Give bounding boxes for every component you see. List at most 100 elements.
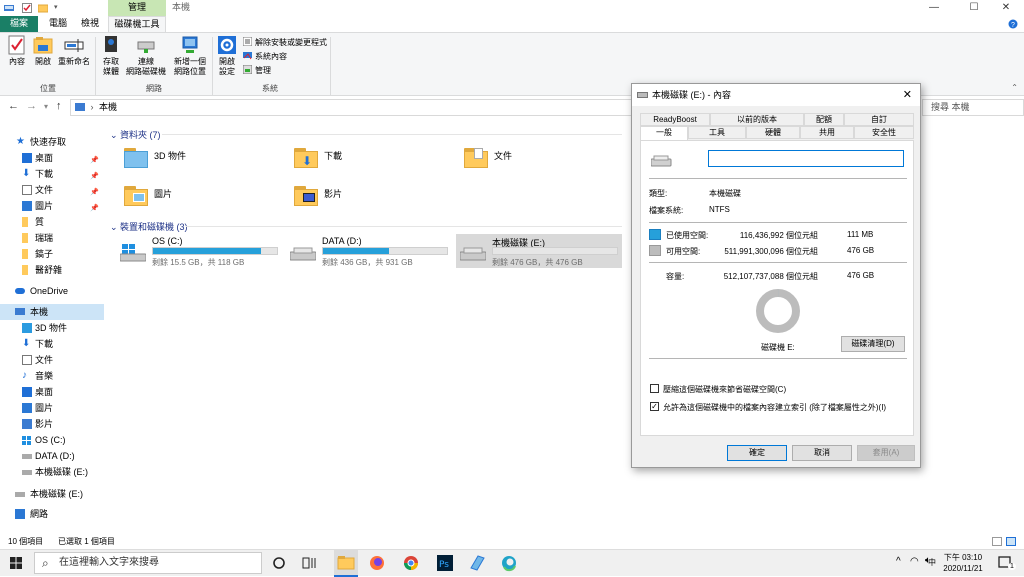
file-explorer-taskbar-icon[interactable] — [334, 550, 358, 577]
nav-3d-objects[interactable]: 3D 物件 — [0, 320, 104, 336]
nav-downloads[interactable]: ⬇ 下載 📌 — [0, 166, 104, 182]
disk-cleanup-button[interactable]: 磁碟清理(D) — [841, 336, 905, 352]
nav-this-pc[interactable]: 本機 — [0, 304, 104, 320]
up-arrow-icon[interactable]: ↑ — [56, 100, 62, 112]
nav-documents[interactable]: 文件 📌 — [0, 182, 104, 198]
open-settings-button[interactable]: 開啟 設定 — [214, 35, 240, 77]
open-button[interactable]: 開啟 — [30, 35, 56, 67]
tab-computer[interactable]: 電腦 — [44, 16, 72, 32]
large-icons-view-icon[interactable] — [1006, 537, 1016, 546]
open-label: 開啟 — [35, 57, 51, 66]
nav-quick-access[interactable]: ★ 快速存取 — [0, 134, 104, 150]
nav-music[interactable]: ♪ 音樂 — [0, 368, 104, 384]
nav-folder[interactable]: 鎬子 — [0, 246, 104, 262]
apply-button[interactable]: 套用(A) — [857, 445, 915, 461]
tab-readyboost[interactable]: ReadyBoost — [640, 113, 710, 126]
access-media-button[interactable]: 存取 媒體 — [98, 35, 124, 77]
forward-arrow-icon[interactable]: → — [26, 100, 37, 112]
compress-checkbox[interactable] — [650, 384, 659, 393]
drive-tile-c[interactable]: OS (C:) 剩餘 15.5 GB，共 118 GB — [116, 234, 282, 268]
drive-tile-d[interactable]: DATA (D:) 剩餘 436 GB，共 931 GB — [286, 234, 452, 268]
properties-quick-icon[interactable] — [22, 3, 32, 13]
nav-drive-e[interactable]: 本機磁碟 (E:) — [0, 464, 104, 480]
folder-downloads[interactable]: 下載 — [324, 149, 342, 162]
ok-button[interactable]: 確定 — [727, 445, 787, 461]
taskbar-search-input[interactable]: ⌕ 在這裡輸入文字來搜尋 — [34, 552, 262, 574]
tab-quota[interactable]: 配額 — [804, 113, 844, 126]
rename-button[interactable]: 重新命名 — [56, 35, 92, 67]
map-network-drive-button[interactable]: 連線 網路磁碟機 — [124, 35, 168, 77]
open-folder-icon — [33, 35, 53, 55]
nav-local-disk-e[interactable]: 本機磁碟 (E:) — [0, 486, 104, 502]
drive-d-free-space: 剩餘 436 GB，共 931 GB — [322, 258, 413, 267]
folder-3d-objects[interactable]: 3D 物件 — [154, 149, 186, 162]
tab-general[interactable]: 一般 — [640, 126, 688, 140]
nav-drive-d[interactable]: DATA (D:) — [0, 448, 104, 464]
clock[interactable]: 下午 03:10 2020/11/21 — [936, 552, 990, 574]
address-path[interactable]: 本機 — [99, 102, 117, 112]
details-view-icon[interactable] — [992, 537, 1002, 546]
chrome-icon[interactable] — [402, 554, 420, 572]
uninstall-program-item[interactable]: 解除安裝或變更程式 — [242, 36, 327, 48]
open-settings-label-1: 開啟 — [219, 57, 235, 66]
drive-tile-e[interactable]: 本機磁碟 (E:) 剩餘 476 GB，共 476 GB — [456, 234, 622, 268]
tab-drive-tools[interactable]: 磁碟機工具 — [108, 16, 166, 32]
firefox-icon[interactable] — [368, 554, 386, 572]
tab-previous-versions[interactable]: 以前的版本 — [710, 113, 804, 126]
help-icon[interactable]: ? — [1008, 19, 1018, 31]
nav-folder[interactable]: 瑞瑞 — [0, 230, 104, 246]
dialog-close-icon[interactable]: ✕ — [903, 84, 912, 106]
folder-documents[interactable]: 文件 — [494, 149, 512, 162]
tab-hardware[interactable]: 硬體 — [746, 126, 800, 139]
folders-header[interactable]: ⌄ 資料夾 (7) — [110, 128, 161, 141]
nav-onedrive[interactable]: OneDrive — [0, 283, 104, 299]
tab-file[interactable]: 檔案 — [0, 16, 38, 32]
nav-pictures[interactable]: 圖片 📌 — [0, 198, 104, 214]
recent-locations-chevron-icon[interactable]: ▾ — [44, 102, 48, 111]
nav-network[interactable]: 網路 — [0, 506, 104, 522]
maximize-button[interactable]: ☐ — [956, 0, 992, 16]
minimize-button[interactable]: — — [916, 0, 952, 16]
drives-header[interactable]: ⌄ 裝置和磁碟機 (3) — [110, 220, 188, 233]
section-divider — [162, 134, 622, 135]
close-button[interactable]: ✕ — [988, 0, 1024, 16]
volume-label-input[interactable] — [708, 150, 904, 167]
new-folder-quick-icon[interactable] — [37, 3, 49, 13]
collapse-ribbon-icon[interactable]: ⌃ — [1011, 83, 1018, 92]
folder-pictures[interactable]: 圖片 — [154, 187, 172, 200]
task-view-icon[interactable] — [300, 554, 318, 572]
nav-desktop[interactable]: 桌面 📌 — [0, 150, 104, 166]
customize-quick-access-icon[interactable]: ▾ — [54, 3, 64, 13]
edge-icon[interactable] — [500, 554, 518, 572]
tab-security[interactable]: 安全性 — [854, 126, 914, 139]
nav-folder[interactable]: 醫舒雜 — [0, 262, 104, 278]
system-properties-item[interactable]: 系統內容 — [243, 51, 287, 62]
folder-videos[interactable]: 影片 — [324, 187, 342, 200]
nav-local-disk-label: 本機磁碟 (E:) — [30, 489, 83, 499]
index-checkbox[interactable]: ✓ — [650, 402, 659, 411]
tab-customize[interactable]: 自訂 — [844, 113, 914, 126]
nav-drive-c[interactable]: OS (C:) — [0, 432, 104, 448]
dialog-title: 本機磁碟 (E:) - 內容 — [652, 90, 731, 100]
add-network-location-button[interactable]: 新增一個 網路位置 — [170, 35, 210, 77]
nav-videos[interactable]: 影片 — [0, 416, 104, 432]
nav-pc-desktop[interactable]: 桌面 — [0, 384, 104, 400]
windows-start-icon[interactable] — [10, 557, 22, 571]
cortana-icon[interactable] — [270, 554, 288, 572]
back-arrow-icon[interactable]: ← — [8, 100, 19, 112]
manage-item[interactable]: 管理 — [242, 64, 271, 76]
cancel-button[interactable]: 取消 — [792, 445, 852, 461]
notepad-icon[interactable] — [468, 554, 486, 572]
nav-folder[interactable]: 質 — [0, 214, 104, 230]
wifi-icon[interactable]: ◠ — [910, 556, 919, 567]
tab-view[interactable]: 檢視 — [76, 16, 104, 32]
show-hidden-icons-icon[interactable]: ^ — [896, 556, 901, 567]
nav-pc-documents[interactable]: 文件 — [0, 352, 104, 368]
nav-pc-downloads[interactable]: ⬇ 下載 — [0, 336, 104, 352]
nav-pc-pictures[interactable]: 圖片 — [0, 400, 104, 416]
tab-sharing[interactable]: 共用 — [800, 126, 854, 139]
tab-tools[interactable]: 工具 — [688, 126, 746, 139]
photoshop-icon[interactable]: Ps — [436, 554, 454, 572]
search-input[interactable]: 搜尋 本機 — [922, 99, 1024, 116]
properties-button[interactable]: 內容 — [4, 35, 30, 67]
